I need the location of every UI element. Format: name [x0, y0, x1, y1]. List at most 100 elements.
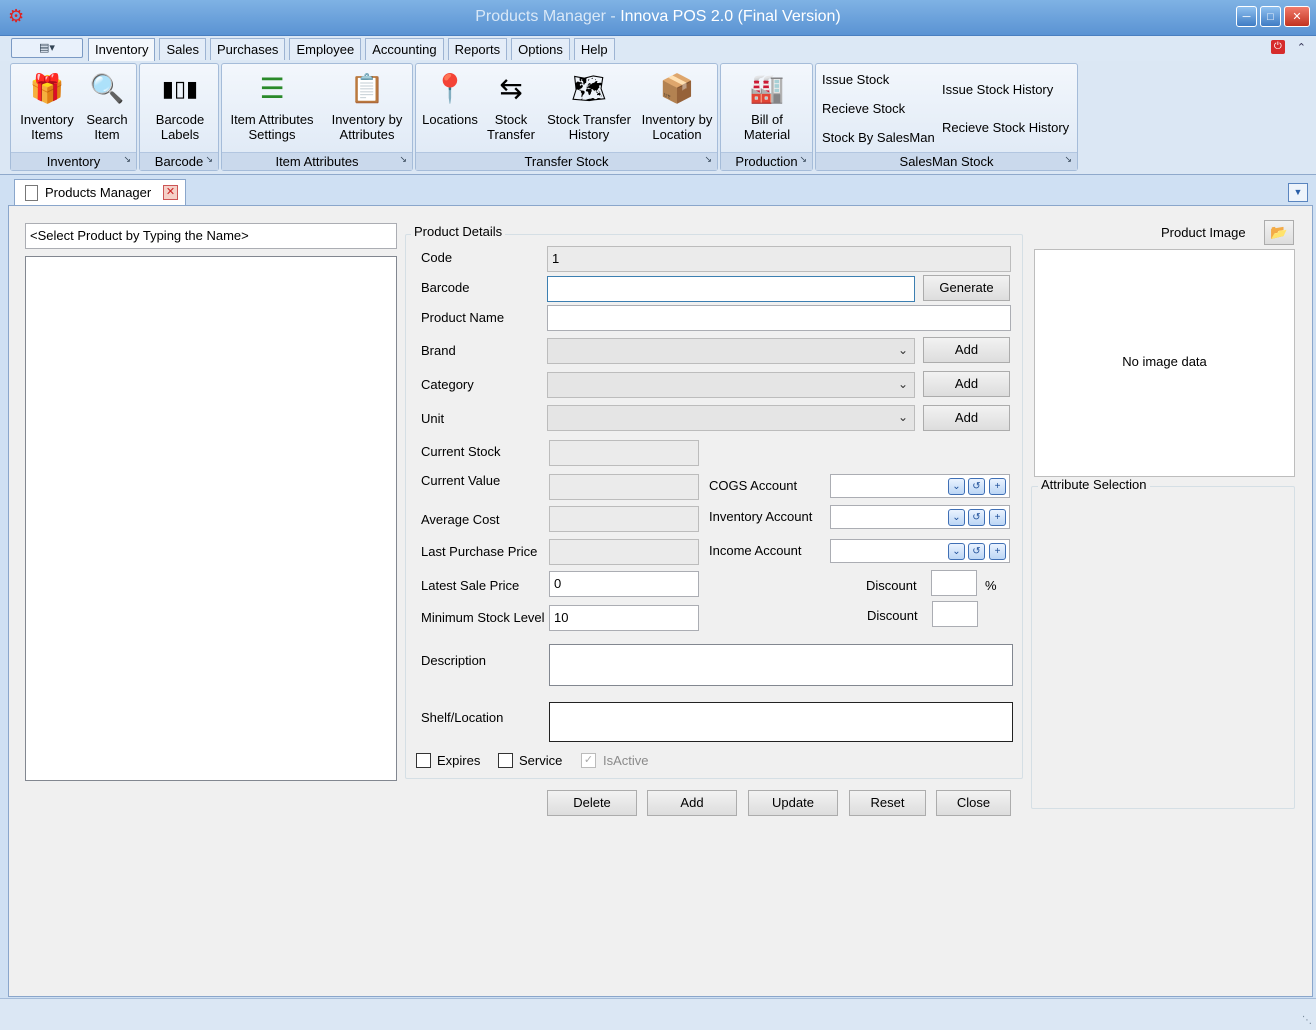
- brand-select[interactable]: ⌄: [547, 338, 915, 364]
- shelf-location-input[interactable]: [549, 702, 1013, 742]
- minimum-stock-level-input[interactable]: 10: [549, 605, 699, 631]
- plus-icon[interactable]: +: [989, 478, 1006, 495]
- item-attributes-settings-button[interactable]: ☰ Item Attributes Settings: [224, 68, 320, 142]
- dialog-launcher-icon[interactable]: ↘: [123, 151, 131, 168]
- inventory-by-location-button[interactable]: 📦 Inventory by Location: [638, 68, 716, 142]
- tab-inventory[interactable]: Inventory: [88, 38, 156, 61]
- recieve-stock-history-button[interactable]: Recieve Stock History: [942, 120, 1069, 135]
- inventory-items-button[interactable]: 🎁 Inventory Items: [15, 68, 79, 142]
- power-icon[interactable]: ⏻: [1270, 40, 1285, 54]
- dialog-launcher-icon[interactable]: ↘: [205, 151, 213, 168]
- barcode-labels-button[interactable]: ▮▯▮ Barcode Labels: [144, 68, 216, 142]
- barcode-label: Barcode: [421, 280, 470, 295]
- ribbon-group-barcode: ▮▯▮ Barcode Labels Barcode ↘: [139, 63, 219, 171]
- refresh-icon[interactable]: ↺: [968, 543, 985, 560]
- tab-reports[interactable]: Reports: [447, 38, 508, 60]
- stock-transfer-history-button[interactable]: 🗺 Stock Transfer History: [542, 68, 636, 142]
- add-brand-button[interactable]: Add: [923, 337, 1010, 363]
- close-tab-icon[interactable]: ✕: [163, 185, 178, 200]
- product-image-label: Product Image: [1161, 225, 1246, 240]
- current-value-field[interactable]: [549, 474, 699, 500]
- discount-percent-label: Discount: [866, 578, 917, 593]
- locations-button[interactable]: 📍 Locations: [418, 68, 482, 127]
- product-list[interactable]: [25, 256, 397, 781]
- dialog-launcher-icon[interactable]: ↘: [799, 151, 807, 168]
- resize-grip-icon[interactable]: ⋱: [1302, 1015, 1312, 1026]
- recieve-stock-button[interactable]: Recieve Stock: [822, 101, 905, 116]
- current-stock-field[interactable]: [549, 440, 699, 466]
- close-window-button[interactable]: ✕: [1284, 6, 1310, 27]
- group-label-barcode: Barcode ↘: [140, 152, 218, 170]
- product-name-input[interactable]: [547, 305, 1011, 331]
- average-cost-field[interactable]: [549, 506, 699, 532]
- attribute-selection-title: Attribute Selection: [1038, 477, 1150, 492]
- discount-percent-input[interactable]: [931, 570, 977, 596]
- dialog-launcher-icon[interactable]: ↘: [1064, 151, 1072, 168]
- description-textarea[interactable]: [549, 644, 1013, 686]
- category-select[interactable]: ⌄: [547, 372, 915, 398]
- inventory-by-attributes-button[interactable]: 📋 Inventory by Attributes: [322, 68, 412, 142]
- tab-purchases[interactable]: Purchases: [210, 38, 286, 60]
- add-unit-button[interactable]: Add: [923, 405, 1010, 431]
- generate-button[interactable]: Generate: [923, 275, 1010, 301]
- document-tab-bar: Products Manager ✕ ▼: [0, 175, 1316, 206]
- service-checkbox[interactable]: [498, 753, 513, 768]
- discount-amount-input[interactable]: [932, 601, 978, 627]
- cogs-account-select[interactable]: ⌄ ↺ +: [830, 474, 1010, 498]
- tab-options[interactable]: Options: [511, 38, 570, 60]
- dialog-launcher-icon[interactable]: ↘: [704, 151, 712, 168]
- reset-button[interactable]: Reset: [849, 790, 926, 816]
- plus-icon[interactable]: +: [989, 543, 1006, 560]
- ribbon-group-production: 🏭 Bill of Material Production ↘: [720, 63, 813, 171]
- tab-sales[interactable]: Sales: [159, 38, 207, 60]
- stock-transfer-button[interactable]: ⇆ Stock Transfer: [482, 68, 540, 142]
- tab-list-dropdown-icon[interactable]: ▼: [1288, 183, 1308, 202]
- update-button[interactable]: Update: [748, 790, 838, 816]
- income-account-select[interactable]: ⌄ ↺ +: [830, 539, 1010, 563]
- minimize-button[interactable]: ─: [1236, 6, 1257, 27]
- delete-button[interactable]: Delete: [547, 790, 637, 816]
- dropdown-icon[interactable]: ⌄: [948, 509, 965, 526]
- window-title-main: Innova POS 2.0 (Final Version): [620, 8, 841, 25]
- collapse-ribbon-icon[interactable]: ⌃: [1297, 41, 1306, 54]
- last-purchase-price-field[interactable]: [549, 539, 699, 565]
- dropdown-icon[interactable]: ⌄: [948, 543, 965, 560]
- refresh-icon[interactable]: ↺: [968, 509, 985, 526]
- barcode-input[interactable]: [547, 276, 915, 302]
- inventory-by-attributes-label: Inventory by Attributes: [331, 112, 403, 142]
- bill-of-material-button[interactable]: 🏭 Bill of Material: [729, 68, 805, 142]
- inventory-by-location-label: Inventory by Location: [641, 112, 713, 142]
- unit-select[interactable]: ⌄: [547, 405, 915, 431]
- dropdown-icon[interactable]: ⌄: [948, 478, 965, 495]
- products-manager-panel: <Select Product by Typing the Name> Prod…: [8, 205, 1313, 997]
- product-image-box[interactable]: No image data: [1034, 249, 1295, 477]
- expires-label: Expires: [437, 753, 481, 768]
- issue-stock-button[interactable]: Issue Stock: [822, 72, 889, 87]
- inventory-items-label: Inventory Items: [20, 112, 74, 142]
- inventory-account-select[interactable]: ⌄ ↺ +: [830, 505, 1010, 529]
- close-button[interactable]: Close: [936, 790, 1011, 816]
- chevron-down-icon: ⌄: [897, 377, 908, 391]
- tab-products-manager[interactable]: Products Manager ✕: [14, 179, 186, 206]
- latest-sale-price-input[interactable]: 0: [549, 571, 699, 597]
- code-field[interactable]: 1: [547, 246, 1011, 272]
- isactive-checkbox[interactable]: ✓: [581, 753, 596, 768]
- stock-by-salesman-button[interactable]: Stock By SalesMan: [822, 130, 935, 145]
- add-category-button[interactable]: Add: [923, 371, 1010, 397]
- refresh-icon[interactable]: ↺: [968, 478, 985, 495]
- plus-icon[interactable]: +: [989, 509, 1006, 526]
- status-bar: ⋱: [0, 998, 1316, 1030]
- application-menu-button[interactable]: ▤▾: [11, 38, 83, 58]
- maximize-button[interactable]: □: [1260, 6, 1281, 27]
- add-button[interactable]: Add: [647, 790, 737, 816]
- search-item-button[interactable]: 🔍 Search Item: [81, 68, 133, 142]
- dialog-launcher-icon[interactable]: ↘: [399, 151, 407, 168]
- current-value-label: Current Value: [421, 473, 501, 488]
- product-search-input[interactable]: <Select Product by Typing the Name>: [25, 223, 397, 249]
- issue-stock-history-button[interactable]: Issue Stock History: [942, 82, 1053, 97]
- tab-accounting[interactable]: Accounting: [365, 38, 444, 60]
- open-folder-icon[interactable]: 📂: [1264, 220, 1294, 245]
- tab-help[interactable]: Help: [573, 38, 615, 60]
- tab-employee[interactable]: Employee: [289, 38, 362, 60]
- expires-checkbox[interactable]: [416, 753, 431, 768]
